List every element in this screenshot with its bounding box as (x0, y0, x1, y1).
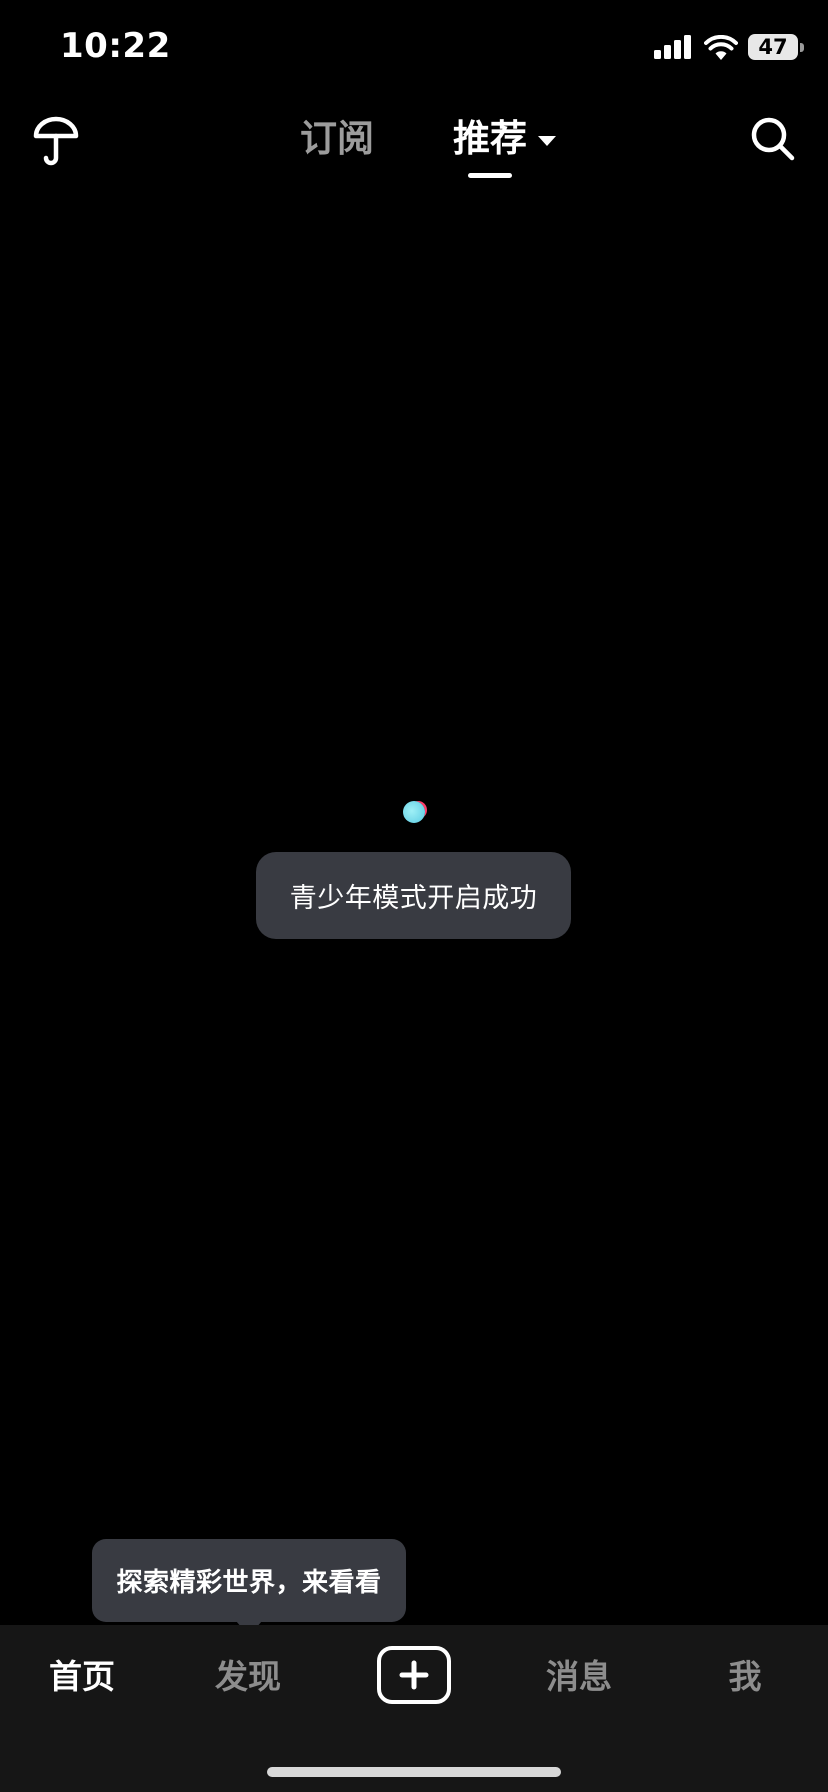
bottom-tab-discover[interactable]: 发现 (188, 1652, 308, 1702)
create-button[interactable] (377, 1646, 451, 1704)
tab-recommend[interactable]: 推荐 (453, 120, 527, 157)
battery-icon: 47 (748, 34, 804, 60)
discover-tooltip[interactable]: 探索精彩世界，来看看 (92, 1539, 406, 1622)
status-time: 10:22 (60, 26, 171, 66)
bottom-tab-bar: 首页 发现 消息 我 (0, 1625, 828, 1792)
loading-indicator (403, 801, 425, 823)
cellular-signal-icon (654, 35, 691, 59)
chevron-down-icon[interactable] (538, 136, 556, 146)
home-indicator[interactable] (267, 1767, 561, 1777)
status-bar: 10:22 47 (0, 0, 828, 100)
status-icons: 47 (654, 34, 804, 60)
plus-icon (399, 1660, 429, 1690)
bottom-tab-me[interactable]: 我 (685, 1652, 805, 1702)
umbrella-icon (33, 116, 79, 166)
wifi-icon (704, 34, 738, 60)
search-button[interactable] (750, 116, 796, 162)
bottom-tab-messages[interactable]: 消息 (519, 1652, 639, 1702)
active-tab-indicator (468, 173, 512, 178)
battery-level: 47 (758, 34, 788, 59)
toast-text: 青少年模式开启成功 (289, 883, 538, 914)
umbrella-button[interactable] (32, 116, 80, 168)
battery-cap (800, 43, 804, 52)
toast: 青少年模式开启成功 (256, 852, 571, 939)
tab-subscribe[interactable]: 订阅 (300, 120, 374, 157)
bottom-tab-home[interactable]: 首页 (22, 1652, 142, 1702)
search-icon (751, 117, 795, 161)
tooltip-text: 探索精彩世界，来看看 (116, 1568, 382, 1598)
top-nav: 订阅 推荐 (0, 100, 828, 200)
